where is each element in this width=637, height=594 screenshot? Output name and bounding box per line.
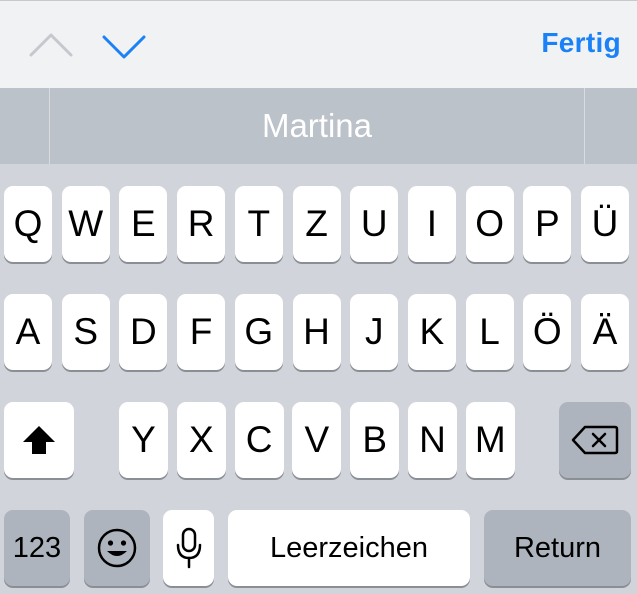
shift-icon — [23, 426, 55, 454]
previous-field-button[interactable] — [28, 27, 74, 65]
return-key[interactable]: Return — [484, 510, 631, 586]
done-button[interactable]: Fertig — [541, 27, 621, 59]
keyboard: QWERTZUIOPÜ ASDFGHJKLÖÄ YXCVBNM 123 Leer… — [0, 164, 637, 594]
key-label: W — [68, 203, 104, 244]
key-d[interactable]: D — [119, 294, 168, 370]
space-key[interactable]: Leerzeichen — [228, 510, 470, 586]
suggestion-martina[interactable]: Martina — [50, 88, 584, 164]
key-label: Z — [305, 203, 328, 244]
key-f[interactable]: F — [177, 294, 226, 370]
delete-key[interactable] — [559, 402, 631, 478]
key-label: N — [419, 419, 446, 460]
backspace-icon — [571, 425, 619, 455]
key-label: O — [475, 203, 504, 244]
key-ö[interactable]: Ö — [523, 294, 572, 370]
key-ä[interactable]: Ä — [581, 294, 629, 370]
key-label: J — [364, 311, 384, 352]
emoji-key[interactable] — [84, 510, 150, 586]
key-x[interactable]: X — [176, 402, 226, 478]
key-h[interactable]: H — [292, 294, 341, 370]
key-k[interactable]: K — [407, 294, 456, 370]
emoji-icon — [97, 528, 137, 568]
return-key-label: Return — [513, 531, 602, 564]
microphone-icon — [176, 527, 201, 569]
key-label: H — [303, 311, 330, 352]
key-v[interactable]: V — [292, 402, 342, 478]
key-label: R — [187, 203, 215, 244]
key-label: S — [73, 311, 99, 352]
key-u[interactable]: U — [350, 186, 399, 262]
key-label: M — [474, 419, 506, 460]
key-q[interactable]: Q — [4, 186, 52, 262]
key-label: K — [419, 311, 445, 352]
key-label: V — [304, 419, 330, 460]
key-e[interactable]: E — [119, 186, 168, 262]
key-label: Ä — [592, 311, 618, 352]
key-label: Ö — [532, 311, 562, 352]
key-label: U — [360, 203, 388, 244]
next-field-button[interactable] — [101, 27, 147, 65]
key-p[interactable]: P — [523, 186, 572, 262]
key-ü[interactable]: Ü — [581, 186, 629, 262]
key-label: B — [362, 419, 388, 460]
key-label: D — [130, 311, 157, 352]
key-i[interactable]: I — [407, 186, 456, 262]
key-l[interactable]: L — [465, 294, 514, 370]
key-t[interactable]: T — [234, 186, 283, 262]
numbers-key-label: 123 — [12, 531, 62, 564]
key-label: P — [534, 203, 560, 244]
key-label: I — [426, 203, 438, 244]
key-label: F — [189, 311, 213, 352]
key-j[interactable]: J — [350, 294, 399, 370]
key-o[interactable]: O — [465, 186, 514, 262]
key-label: Y — [131, 419, 156, 460]
key-label: Ü — [591, 203, 619, 244]
key-z[interactable]: Z — [292, 186, 341, 262]
suggestion-bar: Martina — [0, 88, 637, 164]
key-label: T — [247, 203, 271, 244]
key-r[interactable]: R — [177, 186, 226, 262]
suggestion-divider — [584, 88, 585, 164]
key-b[interactable]: B — [350, 402, 400, 478]
key-label: E — [131, 203, 156, 244]
key-g[interactable]: G — [234, 294, 283, 370]
key-label: Q — [13, 203, 43, 244]
keyboard-toolbar: Fertig — [0, 0, 637, 88]
key-label: G — [244, 311, 274, 352]
space-key-label: Leerzeichen — [270, 531, 428, 564]
numbers-key[interactable]: 123 — [4, 510, 70, 586]
key-label: C — [245, 419, 273, 460]
key-w[interactable]: W — [61, 186, 110, 262]
key-label: L — [479, 311, 500, 352]
key-a[interactable]: A — [4, 294, 52, 370]
key-n[interactable]: N — [408, 402, 457, 478]
key-c[interactable]: C — [234, 402, 284, 478]
key-s[interactable]: S — [61, 294, 110, 370]
key-y[interactable]: Y — [119, 402, 168, 478]
key-label: A — [15, 311, 41, 352]
shift-key[interactable] — [4, 402, 74, 478]
chevron-down-icon — [102, 35, 146, 59]
key-label: X — [188, 419, 214, 460]
dictation-key[interactable] — [163, 510, 214, 586]
chevron-up-icon — [29, 33, 73, 57]
key-m[interactable]: M — [465, 402, 515, 478]
